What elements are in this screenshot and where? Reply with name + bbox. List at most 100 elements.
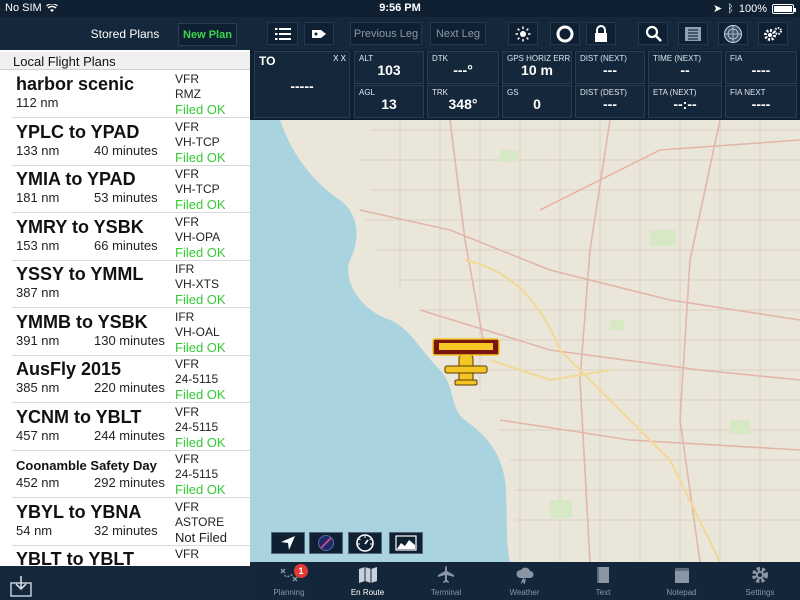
status-bar: No SIM 9:56 PM ➤ ᛒ 100% [0,0,800,17]
import-icon[interactable] [10,575,32,597]
book-icon [593,565,613,585]
plan-filing-status: Filed OK [175,102,226,117]
plan-name: Coonamble Safety Day [16,458,157,473]
instrument-trk[interactable]: TRK 348° [427,85,499,118]
plan-flight-rules: VFR [175,357,199,371]
brightness-button[interactable] [508,22,538,45]
instrument-value: -- [680,62,690,78]
instrument-dist-dest[interactable]: DIST (DEST) --- [575,85,645,118]
radar-icon [724,24,742,43]
tab-settings[interactable]: Settings [721,562,799,600]
flight-plan-row[interactable]: YMRY to YSBK 153 nm 66 minutes VFR VH-OPA Fil… [12,214,250,261]
tab-label: Terminal [430,588,462,597]
bluetooth-icon: ᛒ [727,2,734,15]
plan-duration: 244 minutes [94,427,165,443]
flight-plan-row[interactable]: YMMB to YSBK 391 nm 130 minutes IFR VH-OAL Fi… [12,309,250,356]
plan-name: YPLC to YPAD [16,121,140,142]
search-button[interactable] [638,22,668,45]
compass-button[interactable] [309,532,343,554]
terrain-profile-button[interactable] [389,532,423,554]
instrument-eta-next[interactable]: ETA (NEXT) --:-- [648,85,722,118]
instrument-value: 13 [381,96,397,112]
lifebuoy-icon [556,25,574,42]
instrument-value: ---- [751,96,771,112]
track-up-button[interactable] [271,532,305,554]
emergency-button[interactable] [550,22,580,45]
instrument-to[interactable]: TO X X ----- [254,51,350,118]
tab-label: En Route [350,588,385,597]
moving-map[interactable] [250,120,800,562]
documents-button[interactable] [678,22,708,45]
plan-list[interactable]: harbor scenic 112 nm VFR RMZ Filed OK YPLC to… [0,71,250,566]
map-settings-button[interactable] [758,22,788,45]
plan-distance: 153 nm [16,237,60,253]
flight-plan-row[interactable]: AusFly 2015 385 nm 220 minutes VFR 24-5115 Fi… [12,356,250,403]
instrument-agl[interactable]: AGL 13 [354,85,424,118]
plan-aircraft: VH-OPA [175,229,221,244]
flight-plan-row[interactable]: YBYL to YBNA 54 nm 32 minutes VFR ASTORE Not … [12,499,250,546]
route-button[interactable] [304,22,334,45]
map-icon [358,565,378,585]
plan-aircraft: VH-OAL [175,324,220,339]
flight-plan-row[interactable]: Coonamble Safety Day 452 nm 292 minutes VFR… [12,451,250,498]
plan-duration: 220 minutes [94,380,165,395]
plan-flight-rules: VFR [175,214,199,229]
weather-icon [515,565,535,585]
tab-enroute[interactable]: En Route [329,562,407,600]
instrument-fia[interactable]: FIA ---- [725,51,797,84]
left-footer [0,566,250,600]
plan-aircraft: 24-5115 [175,419,219,434]
instrument-value: 103 [377,62,401,78]
plan-filing-status: Not Filed [175,529,228,545]
flight-plan-row[interactable]: YCNM to YBLT 457 nm 244 minutes VFR 24-5115 F… [12,404,250,451]
navigation-arrow-icon [281,536,295,550]
next-leg-button[interactable]: Next Leg [430,22,486,45]
lock-button[interactable] [586,22,616,45]
previous-leg-button[interactable]: Previous Leg [350,22,422,45]
radar-button[interactable] [718,22,748,45]
flight-plan-row[interactable]: YBLT to YBLT VFR [12,546,250,566]
plan-name: YMIA to YPAD [16,169,136,189]
plan-aircraft: 24-5115 [175,467,219,481]
tab-planning[interactable]: Planning 1 [250,562,328,600]
instrument-value: --:-- [673,96,697,112]
instrument-dist-next[interactable]: DIST (NEXT) --- [575,51,645,84]
new-plan-button[interactable]: New Plan [178,23,237,46]
plan-filing-status: Filed OK [175,244,226,260]
parks [500,150,750,518]
plan-distance: 112 nm [16,95,59,110]
instrument-time-next[interactable]: TIME (NEXT) -- [648,51,722,84]
map-canvas [250,120,800,562]
flight-plan-row[interactable]: YMIA to YPAD 181 nm 53 minutes VFR VH-TCP Fil… [12,166,250,213]
list-button[interactable] [267,22,298,45]
tab-weather[interactable]: Weather [486,562,564,600]
instrument-dtk[interactable]: DTK ---° [427,51,499,84]
plan-filing-status: Filed OK [175,387,226,402]
instrument-fia-next[interactable]: FIA NEXT ---- [725,85,797,118]
tab-text[interactable]: Text [564,562,642,600]
plan-flight-rules: IFR [175,309,195,324]
lock-icon [595,24,607,42]
instrument-alt[interactable]: ALT 103 [354,51,424,84]
section-title: Local Flight Plans [0,52,250,70]
instruments-button[interactable] [348,532,382,554]
plan-flight-rules: VFR [175,499,199,514]
instrument-gs[interactable]: GS 0 [502,85,572,118]
plan-name: YSSY to YMML [16,264,144,284]
airplane-icon [436,565,456,585]
plan-flight-rules: VFR [175,72,199,86]
plan-name: harbor scenic [16,74,135,94]
flight-plan-row[interactable]: YPLC to YPAD 133 nm 40 minutes VFR VH-TCP Fil… [12,119,250,166]
tab-terminal[interactable]: Terminal [407,562,485,600]
notification-badge: 1 [294,564,308,578]
flight-plan-row[interactable]: YSSY to YMML 387 nm IFR VH-XTS Filed OK [12,261,250,308]
instrument-value: ---° [453,62,473,78]
plan-flight-rules: VFR [175,119,199,134]
route-tag-icon [312,29,326,38]
tab-bar: Planning 1 En Route Terminal Weather Text Note… [250,562,800,600]
app-window: No SIM 9:56 PM ➤ ᛒ 100% Stored Plans New… [0,0,800,600]
plan-aircraft: VH-TCP [175,182,220,196]
flight-plan-row[interactable]: harbor scenic 112 nm VFR RMZ Filed OK [12,71,250,118]
instrument-gps[interactable]: GPS HORIZ ERR 10 m [502,51,572,84]
tab-notepad[interactable]: Notepad [643,562,721,600]
